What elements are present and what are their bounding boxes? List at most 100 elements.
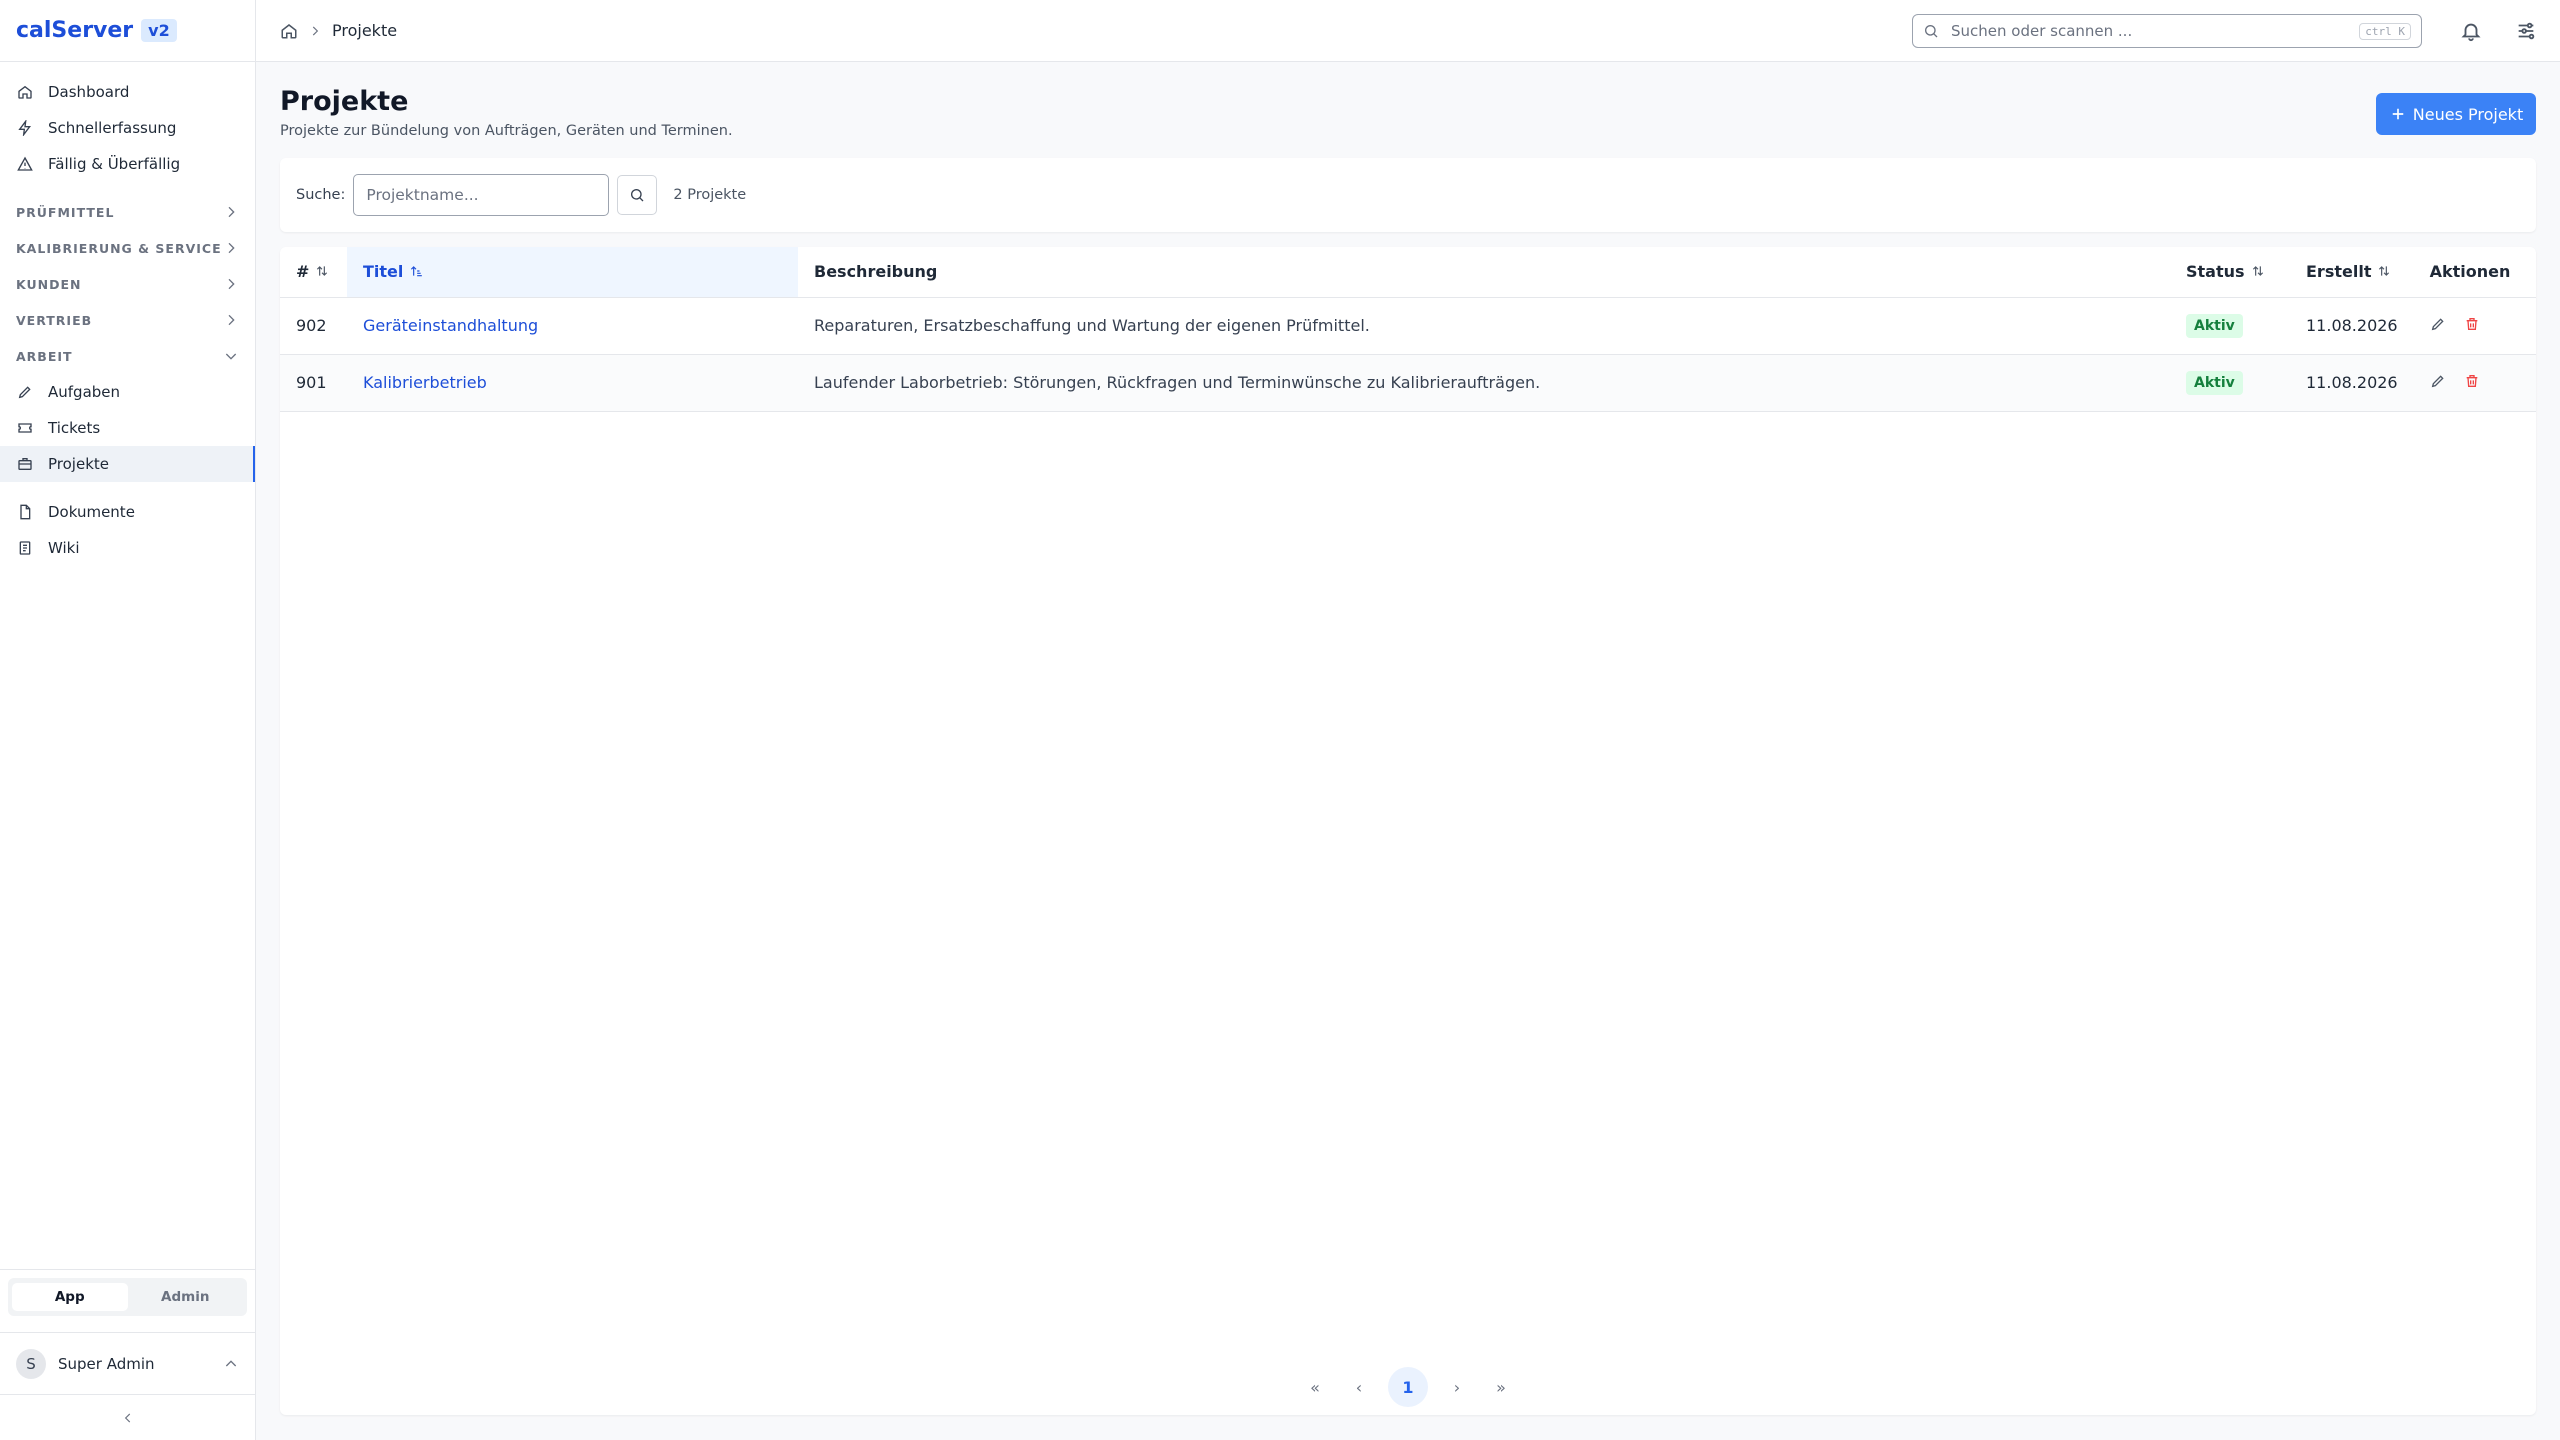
- chevron-right-icon: [228, 242, 235, 254]
- document-icon: [16, 503, 34, 521]
- result-count: 2 Projekte: [673, 187, 747, 203]
- sidebar-item-schnellerfassung[interactable]: Schnellerfassung: [0, 110, 255, 146]
- book-icon: [16, 539, 34, 557]
- section-label: PRÜFMITTEL: [16, 204, 115, 220]
- sidebar-nav: Dashboard Schnellerfassung Fällig & Über…: [0, 62, 255, 566]
- sidebar-item-faellig[interactable]: Fällig & Überfällig: [0, 146, 255, 182]
- chevron-left-icon: [124, 1413, 130, 1422]
- bell-icon[interactable]: [2460, 20, 2482, 42]
- section-kalibrierung[interactable]: KALIBRIERUNG & SERVICE: [0, 230, 255, 266]
- new-project-button[interactable]: Neues Projekt: [2376, 93, 2536, 135]
- chevron-right-icon: [228, 314, 235, 326]
- table-row: 901 Kalibrierbetrieb Laufender Laborbetr…: [280, 354, 2536, 412]
- mode-switch: App Admin: [0, 1269, 255, 1324]
- page-title: Projekte: [280, 86, 409, 117]
- section-label: VERTRIEB: [16, 312, 93, 328]
- sidebar: calServer v2 Dashboard Schnellerfassung …: [0, 0, 256, 1440]
- chevron-right-icon: [228, 278, 235, 290]
- sort-icon: [2252, 266, 2263, 277]
- user-menu[interactable]: S Super Admin: [0, 1332, 255, 1394]
- status-badge: Aktiv: [2186, 313, 2243, 338]
- sidebar-item-wiki[interactable]: Wiki: [0, 530, 255, 566]
- new-project-label: Neues Projekt: [2412, 104, 2524, 124]
- section-vertrieb[interactable]: VERTRIEB: [0, 302, 255, 338]
- home-icon: [16, 83, 34, 101]
- sidebar-item-dokumente[interactable]: Dokumente: [0, 494, 255, 530]
- table-row: 902 Geräteinstandhaltung Reparaturen, Er…: [280, 297, 2536, 355]
- collapse-sidebar-button[interactable]: [0, 1394, 255, 1440]
- first-page-button[interactable]: «: [1300, 1372, 1330, 1402]
- chevron-right-icon: [228, 206, 235, 218]
- briefcase-icon: [16, 455, 34, 473]
- sidebar-footer: App Admin S Super Admin: [0, 1269, 255, 1440]
- sidebar-item-label: Wiki: [48, 539, 80, 557]
- project-search-input[interactable]: [353, 174, 610, 216]
- sidebar-item-projekte[interactable]: Projekte: [0, 446, 255, 482]
- section-kunden[interactable]: KUNDEN: [0, 266, 255, 302]
- section-label: ARBEIT: [16, 348, 73, 364]
- sort-icon: [317, 266, 328, 277]
- delete-icon[interactable]: [2464, 373, 2480, 389]
- column-title[interactable]: Titel: [347, 247, 798, 298]
- row-description: Reparaturen, Ersatzbeschaffung und Wartu…: [798, 297, 2170, 355]
- prev-page-button[interactable]: ‹: [1344, 1372, 1374, 1402]
- user-name: Super Admin: [58, 1354, 155, 1373]
- project-title-link[interactable]: Geräteinstandhaltung: [363, 316, 538, 335]
- global-search-input[interactable]: [1951, 22, 2360, 40]
- sidebar-item-dashboard[interactable]: Dashboard: [0, 74, 255, 110]
- status-badge: Aktiv: [2186, 370, 2243, 395]
- sidebar-item-tickets[interactable]: Tickets: [0, 410, 255, 446]
- mode-admin-button[interactable]: Admin: [128, 1283, 244, 1311]
- sidebar-item-aufgaben[interactable]: Aufgaben: [0, 374, 255, 410]
- sidebar-item-label: Dashboard: [48, 83, 130, 101]
- section-arbeit[interactable]: ARBEIT: [0, 338, 255, 374]
- delete-icon[interactable]: [2464, 316, 2480, 332]
- search-button[interactable]: [617, 175, 658, 215]
- sidebar-item-label: Projekte: [48, 455, 109, 473]
- filter-bar: Suche: 2 Projekte: [280, 158, 2536, 232]
- edit-icon[interactable]: [2430, 316, 2446, 332]
- table-header-row: # Titel Beschreibung Status Erstellt Akt…: [280, 247, 2536, 298]
- column-created[interactable]: Erstellt: [2290, 247, 2414, 298]
- avatar: S: [16, 1348, 46, 1379]
- breadcrumb-current: Projekte: [332, 21, 398, 40]
- sort-icon: [2379, 266, 2390, 277]
- sort-ascending-icon: [411, 266, 423, 277]
- column-description: Beschreibung: [798, 247, 2170, 298]
- row-id: 902: [280, 297, 347, 355]
- global-search[interactable]: ctrl K: [1912, 14, 2422, 48]
- home-icon[interactable]: [280, 22, 298, 40]
- project-title-link[interactable]: Kalibrierbetrieb: [363, 373, 487, 392]
- pagination: « ‹ 1 › »: [280, 1367, 2536, 1407]
- app-version-badge: v2: [141, 19, 177, 42]
- settings-sliders-icon[interactable]: [2515, 20, 2537, 42]
- warning-icon: [16, 155, 34, 173]
- page-button-current[interactable]: 1: [1388, 1367, 1428, 1407]
- shortcut-hint: ctrl K: [2359, 22, 2411, 40]
- section-label: KUNDEN: [16, 276, 82, 292]
- ticket-icon: [16, 419, 34, 437]
- brand[interactable]: calServer v2: [0, 0, 255, 62]
- next-page-button[interactable]: ›: [1442, 1372, 1472, 1402]
- section-label: KALIBRIERUNG & SERVICE: [16, 240, 222, 256]
- sidebar-item-label: Dokumente: [48, 503, 135, 521]
- section-pruefmittel[interactable]: PRÜFMITTEL: [0, 194, 255, 230]
- sidebar-item-label: Aufgaben: [48, 383, 121, 401]
- projects-table: # Titel Beschreibung Status Erstellt Akt…: [280, 247, 2536, 412]
- row-actions: [2430, 316, 2480, 332]
- mode-app-button[interactable]: App: [12, 1283, 128, 1311]
- chevron-right-icon: [312, 26, 319, 35]
- search-icon: [631, 189, 644, 202]
- projects-table-card: # Titel Beschreibung Status Erstellt Akt…: [280, 247, 2536, 1415]
- row-id: 901: [280, 354, 347, 412]
- sidebar-item-label: Tickets: [48, 419, 101, 437]
- row-actions: [2430, 373, 2480, 389]
- app-name[interactable]: calServer: [16, 18, 133, 43]
- sidebar-item-label: Schnellerfassung: [48, 119, 177, 137]
- row-created: 11.08.2026: [2290, 297, 2414, 355]
- bolt-icon: [16, 119, 34, 137]
- column-status[interactable]: Status: [2170, 247, 2290, 298]
- last-page-button[interactable]: »: [1486, 1372, 1516, 1402]
- column-id[interactable]: #: [280, 247, 347, 298]
- edit-icon[interactable]: [2430, 373, 2446, 389]
